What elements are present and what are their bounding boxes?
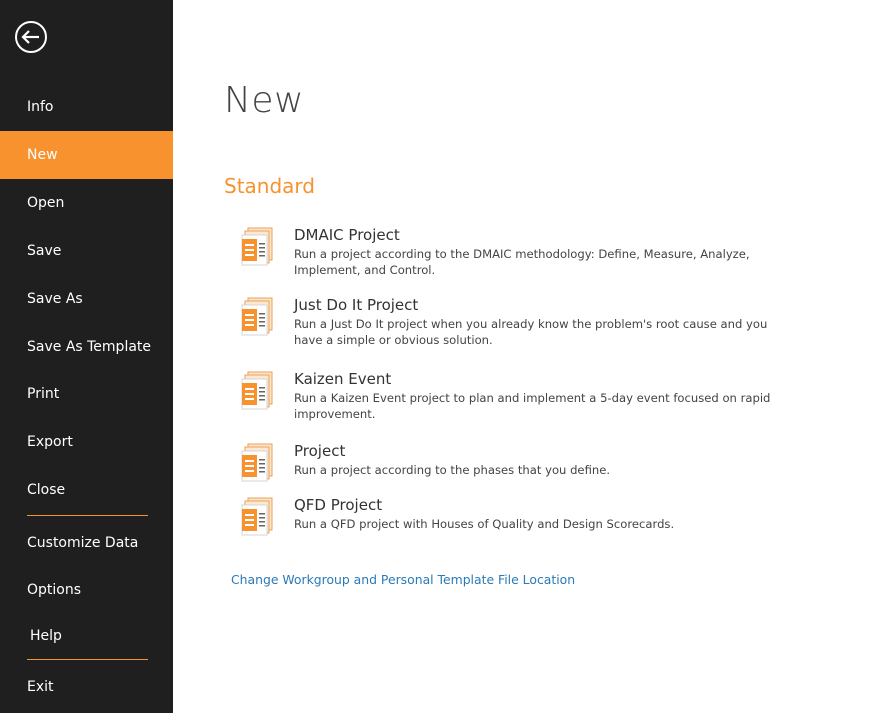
- sidebar-item-open[interactable]: Open: [0, 179, 173, 227]
- sidebar-item-new[interactable]: New: [0, 131, 173, 179]
- template-name: QFD Project: [294, 496, 383, 514]
- backstage-sidebar: Info New Open Save Save As Save As Templ…: [0, 0, 173, 713]
- main-panel: New Standard DMAIC Project Run a project…: [173, 0, 871, 713]
- template-name: Just Do It Project: [294, 296, 419, 314]
- template-name: Project: [294, 442, 346, 460]
- template-project[interactable]: Project Run a project according to the p…: [237, 442, 797, 502]
- template-description: Run a QFD project with Houses of Quality…: [294, 517, 675, 531]
- change-template-location-link[interactable]: Change Workgroup and Personal Template F…: [231, 572, 575, 587]
- project-template-icon: [241, 297, 273, 336]
- template-dmaic-project[interactable]: DMAIC Project Run a project according to…: [237, 226, 797, 286]
- template-description: Run a Just Do It project when you alread…: [294, 317, 768, 347]
- template-just-do-it-project[interactable]: Just Do It Project Run a Just Do It proj…: [237, 296, 797, 356]
- sidebar-item-close[interactable]: Close: [0, 466, 173, 514]
- sidebar-item-save-as-template[interactable]: Save As Template: [0, 323, 173, 371]
- template-name: Kaizen Event: [294, 370, 392, 388]
- project-template-icon: [241, 371, 273, 410]
- template-qfd-project[interactable]: QFD Project Run a QFD project with House…: [237, 496, 797, 556]
- project-template-icon: [241, 227, 273, 266]
- template-name: DMAIC Project: [294, 226, 400, 244]
- sidebar-item-print[interactable]: Print: [0, 370, 173, 418]
- sidebar-divider: [27, 515, 148, 516]
- back-arrow-icon[interactable]: [14, 20, 48, 54]
- sidebar-item-customize-data[interactable]: Customize Data: [0, 519, 173, 567]
- sidebar-item-save-as[interactable]: Save As: [0, 275, 173, 323]
- sidebar-item-save[interactable]: Save: [0, 227, 173, 275]
- sidebar-divider: [27, 659, 148, 660]
- template-description: Run a project according to the phases th…: [294, 463, 611, 477]
- section-title: Standard: [224, 174, 315, 198]
- template-description: Run a project according to the DMAIC met…: [294, 247, 750, 277]
- project-template-icon: [241, 497, 273, 536]
- template-description: Run a Kaizen Event project to plan and i…: [294, 391, 771, 421]
- sidebar-item-help[interactable]: Help: [0, 612, 173, 660]
- page-title: New: [224, 80, 305, 121]
- project-template-icon: [241, 443, 273, 482]
- sidebar-item-exit[interactable]: Exit: [0, 663, 173, 711]
- template-kaizen-event[interactable]: Kaizen Event Run a Kaizen Event project …: [237, 370, 797, 430]
- sidebar-item-options[interactable]: Options: [0, 566, 173, 614]
- sidebar-item-export[interactable]: Export: [0, 418, 173, 466]
- sidebar-item-info[interactable]: Info: [0, 83, 173, 131]
